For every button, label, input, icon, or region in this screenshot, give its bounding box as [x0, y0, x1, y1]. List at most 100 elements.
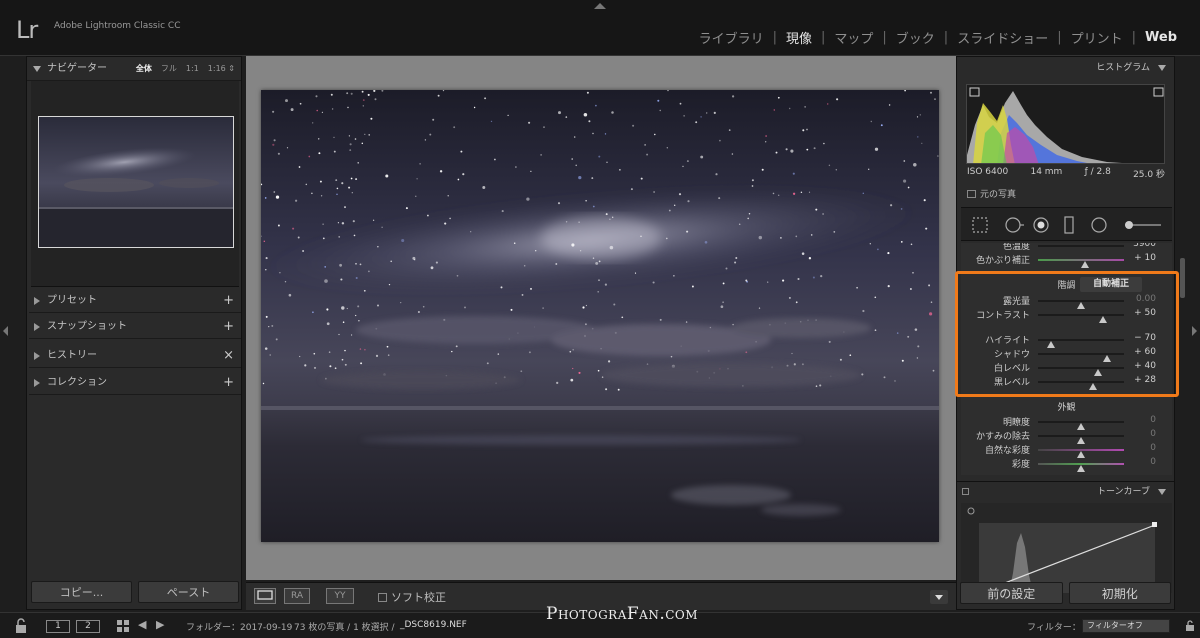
star — [273, 139, 276, 142]
star — [316, 109, 318, 112]
current-filename[interactable]: _DSC8619.NEF — [400, 620, 467, 630]
star — [575, 164, 577, 167]
presets-section[interactable]: プリセット + — [29, 289, 241, 313]
tone-curve-toggle[interactable] — [962, 488, 969, 495]
module-map[interactable]: マップ — [825, 28, 882, 47]
temp-track[interactable] — [1038, 245, 1124, 247]
original-photo-toggle[interactable]: 元の写真 — [967, 187, 1016, 200]
tint-value[interactable]: + 10 — [1134, 253, 1156, 263]
add-snapshot-icon[interactable]: + — [223, 315, 234, 339]
star — [354, 138, 357, 140]
star — [815, 208, 818, 211]
star — [632, 124, 635, 127]
paste-button[interactable]: ペースト — [138, 581, 239, 603]
module-library[interactable]: ライブラリ — [690, 28, 773, 47]
star — [357, 305, 360, 308]
module-print[interactable]: プリント — [1062, 28, 1132, 47]
clarity-track[interactable] — [1038, 421, 1124, 430]
saturation-thumb[interactable] — [1077, 465, 1085, 472]
main-image-area[interactable] — [246, 56, 956, 580]
forward-arrow-icon[interactable]: ▶ — [156, 618, 164, 631]
tint-thumb[interactable] — [1081, 261, 1090, 268]
app-title: Adobe Lightroom Classic CC — [54, 21, 181, 31]
grid-view-icon[interactable] — [116, 619, 130, 633]
histogram-graph[interactable] — [966, 84, 1165, 164]
vibrance-track[interactable] — [1038, 449, 1124, 458]
star — [299, 102, 302, 105]
star — [361, 90, 364, 93]
filter-lock-icon[interactable] — [1184, 620, 1196, 632]
soft-proof-checkbox[interactable] — [378, 592, 387, 602]
clarity-value[interactable]: 0 — [1150, 415, 1156, 425]
reset-button[interactable]: 初期化 — [1068, 582, 1171, 604]
star — [595, 261, 599, 265]
star — [640, 177, 643, 180]
tone-curve-header[interactable]: トーンカーブ — [957, 481, 1174, 501]
star — [385, 174, 389, 178]
add-collection-icon[interactable]: + — [223, 371, 234, 395]
loupe-view-button[interactable] — [254, 588, 276, 604]
tone-curve-graph[interactable] — [961, 503, 1172, 593]
collapse-top-panel-icon[interactable] — [594, 3, 606, 9]
star — [313, 352, 316, 355]
star — [686, 230, 689, 233]
toolbar-options-dropdown[interactable] — [930, 590, 948, 604]
navigator-thumbnail[interactable] — [38, 116, 234, 248]
module-book[interactable]: ブック — [887, 28, 944, 47]
navigator-preview[interactable] — [31, 81, 239, 287]
star — [691, 285, 694, 288]
main-window-button[interactable]: 1 — [46, 620, 70, 633]
original-photo-checkbox[interactable] — [967, 189, 976, 198]
copy-button[interactable]: コピー... — [31, 581, 132, 603]
collapse-right-panel-icon[interactable] — [1192, 326, 1197, 336]
module-develop[interactable]: 現像 — [777, 28, 821, 47]
soft-proof-toggle[interactable]: ソフト校正 — [378, 589, 446, 605]
folder-label[interactable]: フォルダー：2017-09-19 — [186, 620, 292, 633]
zoom-1-1[interactable]: 1:1 — [186, 57, 199, 81]
collections-section[interactable]: コレクション + — [29, 371, 241, 395]
star — [367, 93, 370, 96]
dehaze-track[interactable] — [1038, 435, 1124, 444]
add-preset-icon[interactable]: + — [223, 289, 234, 313]
main-photo[interactable] — [261, 90, 939, 542]
saturation-value[interactable]: 0 — [1150, 457, 1156, 467]
before-after-lr-button[interactable]: RA — [284, 588, 310, 604]
back-arrow-icon[interactable]: ◀ — [138, 618, 146, 631]
right-panel-scrollbar[interactable] — [1180, 258, 1185, 298]
dehaze-value[interactable]: 0 — [1150, 429, 1156, 439]
secondary-window-button[interactable]: 2 — [76, 620, 100, 633]
star — [725, 267, 728, 270]
star — [654, 133, 656, 136]
star — [619, 169, 621, 171]
filter-dropdown[interactable]: フィルターオフ — [1082, 619, 1170, 633]
snapshots-section[interactable]: スナップショット + — [29, 315, 241, 339]
zoom-fit[interactable]: 全体 — [136, 57, 152, 81]
star — [808, 257, 812, 260]
zoom-1-16[interactable]: 1:16 ⇕ — [208, 57, 235, 81]
tint-track[interactable] — [1038, 259, 1124, 268]
star — [290, 108, 294, 112]
star — [578, 221, 580, 223]
before-after-tb-button[interactable]: YY — [326, 588, 354, 604]
module-web[interactable]: Web — [1136, 30, 1186, 45]
history-section[interactable]: ヒストリー × — [29, 344, 241, 368]
clear-history-icon[interactable]: × — [223, 344, 234, 368]
vibrance-value[interactable]: 0 — [1150, 443, 1156, 453]
module-slideshow[interactable]: スライドショー — [948, 28, 1057, 47]
star — [909, 288, 912, 290]
zoom-fill[interactable]: フル — [161, 57, 177, 81]
temp-value[interactable]: 3900 — [1133, 243, 1156, 249]
collapse-left-panel-icon[interactable] — [3, 326, 8, 336]
navigator-header[interactable]: ナビゲーター 全体 フル 1:1 1:16 ⇕ — [27, 57, 241, 81]
star — [722, 282, 725, 285]
histogram-header[interactable]: ヒストグラム — [957, 57, 1174, 79]
vibrance-slider-row: 自然な彩度 0 — [961, 443, 1172, 458]
previous-settings-button[interactable]: 前の設定 — [960, 582, 1063, 604]
star — [815, 385, 818, 387]
star — [311, 192, 313, 195]
identity-plate-lock-icon[interactable] — [14, 618, 28, 634]
module-picker: ライブラリ | 現像 | マップ | ブック | スライドショー | プリント | Web — [690, 28, 1186, 47]
star — [352, 220, 355, 223]
tint-label: 色かぶり補正 — [975, 256, 1030, 266]
saturation-track[interactable] — [1038, 463, 1124, 472]
